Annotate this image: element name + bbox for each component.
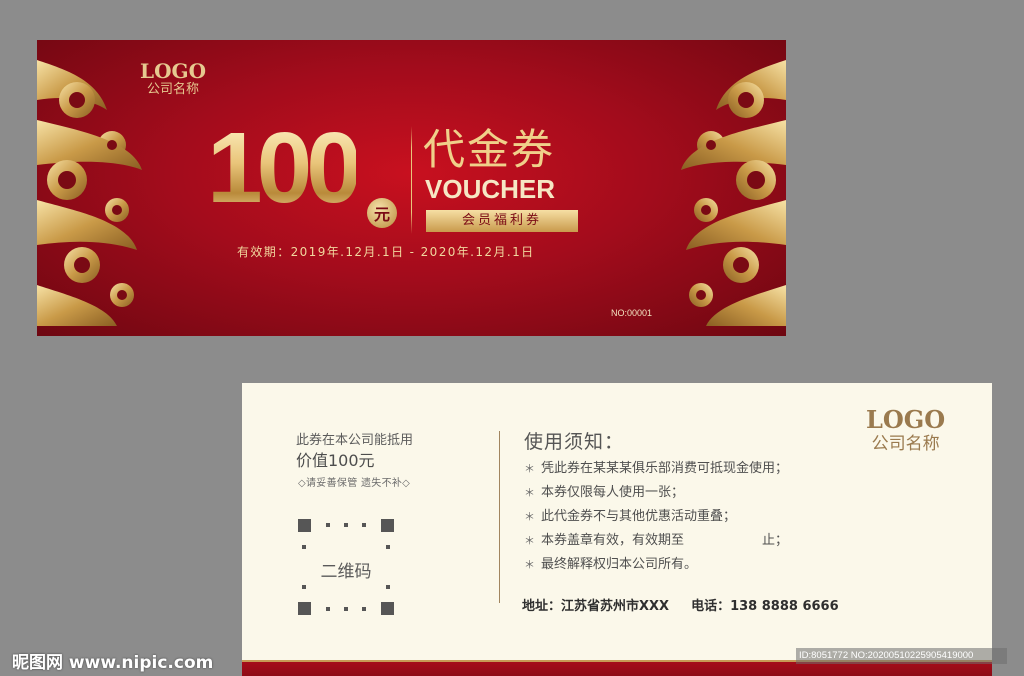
phone: 电话：138 8888 6666 — [691, 599, 839, 614]
voucher-back: LOGO 公司名称 此券在本公司能抵用 价值100元 ◇请妥善保管 遗失不补◇ … — [242, 383, 992, 676]
qr-corner — [381, 519, 394, 532]
site-watermark: 昵图网 www.nipic.com — [12, 653, 214, 673]
voucher-front: LOGO 公司名称 100 元 代金券 VOUCHER 会员福利券 有效期：20… — [37, 40, 786, 336]
front-logo: LOGO 公司名称 — [140, 60, 206, 98]
qr-code-placeholder: 二维码 — [298, 519, 394, 615]
gold-divider — [411, 126, 412, 234]
bullet-icon: ＊ — [524, 510, 535, 523]
qr-dot — [326, 607, 330, 611]
bullet-icon: ＊ — [524, 462, 535, 475]
back-divider — [499, 431, 500, 603]
qr-corner — [298, 519, 311, 532]
value-description: 此券在本公司能抵用 — [296, 433, 414, 448]
contact-info: 地址：江苏省苏州市XXX 电话：138 8888 6666 — [522, 595, 839, 614]
qr-dot — [362, 523, 366, 527]
gold-floral-ornament-right — [681, 60, 786, 326]
bullet-icon: ＊ — [524, 558, 535, 571]
rule-text: 此代金券不与其他优惠活动重叠； — [541, 509, 737, 524]
keep-safe-note: ◇请妥善保管 遗失不补◇ — [298, 478, 411, 489]
image-id-watermark: ID:8051772 NO:20200510225905419000 — [796, 648, 1007, 664]
qr-dot — [326, 523, 330, 527]
voucher-amount: 100 — [207, 112, 362, 224]
qr-dot — [344, 607, 348, 611]
usage-rules-list: ＊ 凭此券在某某某俱乐部消费可抵现金使用； ＊ 本券仅限每人使用一张； ＊ 此代金券不… — [524, 457, 788, 577]
qr-dot — [302, 545, 306, 549]
usage-rules-title: 使用须知： — [524, 431, 625, 453]
company-name: 公司名称 — [146, 82, 199, 97]
rule-text: 本券盖章有效，有效期至 止； — [541, 533, 789, 548]
list-item: ＊ 凭此券在某某某俱乐部消费可抵现金使用； — [524, 457, 788, 481]
back-logo: LOGO 公司名称 — [866, 407, 945, 455]
rule-text: 本券仅限每人使用一张； — [541, 485, 685, 500]
bullet-icon: ＊ — [524, 534, 535, 547]
qr-label: 二维码 — [320, 562, 372, 582]
value-amount: 价值100元 — [296, 451, 375, 470]
qr-corner — [298, 602, 311, 615]
qr-corner — [381, 602, 394, 615]
qr-dot — [386, 545, 390, 549]
qr-dot — [344, 523, 348, 527]
qr-dot — [362, 607, 366, 611]
list-item: ＊ 本券盖章有效，有效期至 止； — [524, 529, 788, 553]
logo-word: LOGO — [140, 59, 206, 83]
list-item: ＊ 此代金券不与其他优惠活动重叠； — [524, 505, 788, 529]
rule-text: 最终解释权归本公司所有。 — [541, 557, 698, 572]
qr-dot — [386, 585, 390, 589]
member-benefit-tag: 会员福利券 — [426, 210, 578, 232]
logo-word: LOGO — [866, 405, 946, 434]
voucher-title-en: VOUCHER — [425, 174, 556, 204]
voucher-title-cn: 代金券 — [423, 125, 556, 174]
yuan-badge: 元 — [367, 198, 397, 228]
serial-number: NO:00001 — [611, 308, 653, 318]
bullet-icon: ＊ — [524, 486, 535, 499]
address: 地址：江苏省苏州市XXX — [522, 599, 670, 614]
list-item: ＊ 本券仅限每人使用一张； — [524, 481, 788, 505]
gold-floral-ornament-left — [37, 60, 142, 326]
qr-dot — [302, 585, 306, 589]
validity-period: 有效期：2019年.12月.1日 - 2020年.12月.1日 — [237, 245, 535, 259]
company-name: 公司名称 — [871, 434, 940, 454]
list-item: ＊ 最终解释权归本公司所有。 — [524, 553, 788, 577]
rule-text: 凭此券在某某某俱乐部消费可抵现金使用； — [541, 461, 789, 476]
